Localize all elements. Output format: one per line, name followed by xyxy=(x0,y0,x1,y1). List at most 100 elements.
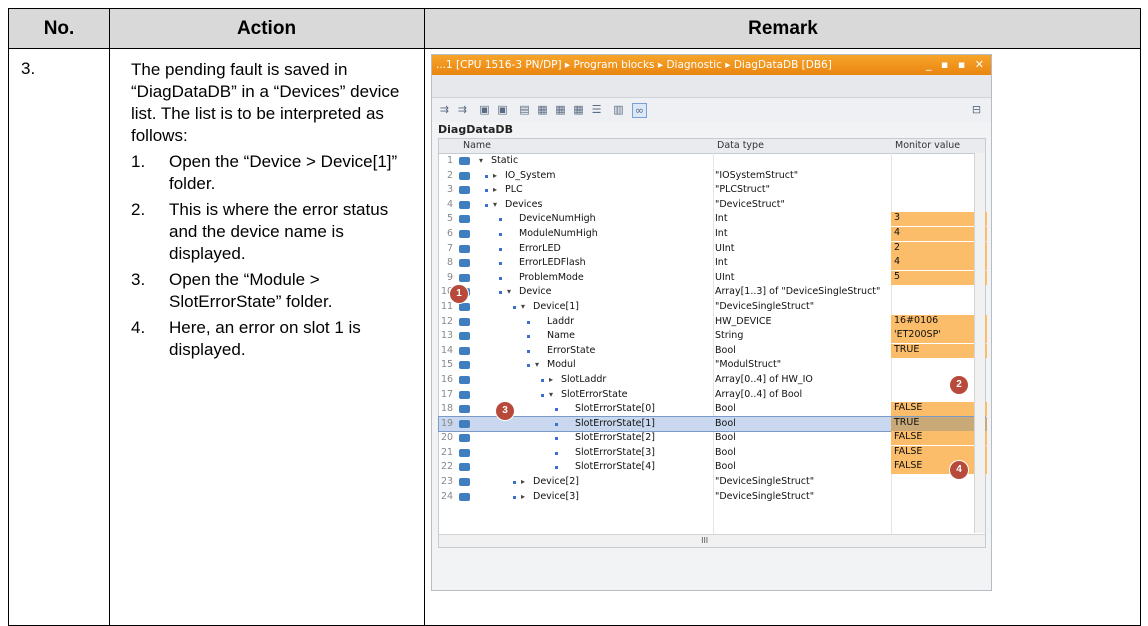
row-monitor-value xyxy=(891,358,987,372)
table-row[interactable]: 12 Laddr HW_DEVICE 16#0106 xyxy=(439,314,987,330)
table-row[interactable]: 21 SlotErrorState[3] Bool FALSE xyxy=(439,445,987,461)
member-dot-icon xyxy=(555,451,558,455)
table-row[interactable]: 7 ErrorLED UInt 2 xyxy=(439,241,987,257)
db-tag-icon xyxy=(459,273,470,282)
table-row[interactable]: 23 ▸ Device[2] "DeviceSingleStruct" xyxy=(439,475,985,490)
horizontal-scrollbar[interactable]: III xyxy=(439,534,985,547)
reset-values-icon[interactable]: ▦ xyxy=(572,103,585,116)
db-tag-icon xyxy=(459,405,470,414)
hscroll-thumb[interactable]: III xyxy=(701,536,708,545)
db-tag-icon xyxy=(459,200,470,209)
step-text: Here, an error on slot 1 is displayed. xyxy=(169,318,361,359)
start-values-icon[interactable]: ▦ xyxy=(554,103,567,116)
expand-toggle-icon[interactable]: ▸ xyxy=(549,375,553,384)
insert-row-icon[interactable]: ⇉ xyxy=(438,103,451,116)
table-row[interactable]: 13 Name String 'ET200SP' xyxy=(439,329,987,344)
vertical-scrollbar[interactable] xyxy=(974,153,985,533)
table-row[interactable]: 14 ErrorState Bool TRUE xyxy=(439,343,987,359)
expand-toggle-icon[interactable]: ▸ xyxy=(521,492,525,501)
row-data-type: Array[0..4] of HW_IO xyxy=(715,373,813,385)
table-row[interactable]: 5 DeviceNumHigh Int 3 xyxy=(439,212,987,227)
row-data-type: "DeviceStruct" xyxy=(715,198,785,210)
col-data-type[interactable]: Data type xyxy=(717,140,764,151)
expand-icon[interactable]: ▤ xyxy=(518,103,531,116)
row-name: Name xyxy=(547,330,576,342)
table-row[interactable]: 11 ▾ Device[1] "DeviceSingleStruct" xyxy=(439,300,985,315)
expand-toggle-icon[interactable]: ▾ xyxy=(507,287,511,296)
member-dot-icon xyxy=(555,437,558,441)
table-row[interactable]: 2 ▸ IO_System "IOSystemStruct" xyxy=(439,169,985,184)
load-values-icon[interactable]: ▦ xyxy=(536,103,549,116)
copy-snapshot-icon[interactable]: ▣ xyxy=(496,103,509,116)
window-controls[interactable]: _ ▪ ▪ ✕ xyxy=(926,55,987,75)
column-divider xyxy=(109,9,110,625)
table-row[interactable]: 10 ▾ Device Array[1..3] of "DeviceSingleStr… xyxy=(439,285,985,300)
expand-toggle-icon[interactable]: ▾ xyxy=(549,390,553,399)
table-row[interactable]: 15 ▾ Modul "ModulStruct" xyxy=(439,358,985,373)
monitor-glasses-icon[interactable]: ∞ xyxy=(632,103,647,118)
action-step: 3. Open the “Module > SlotErrorState” fol… xyxy=(131,269,421,313)
table-row[interactable]: 17 ▾ SlotErrorState Array[0..4] of Bool xyxy=(439,388,985,403)
row-number: 18 xyxy=(441,403,454,415)
add-row-icon[interactable]: ⇉ xyxy=(456,103,469,116)
expand-toggle-icon[interactable]: ▾ xyxy=(493,200,497,209)
column-divider xyxy=(424,9,425,625)
expand-toggle-icon[interactable]: ▾ xyxy=(521,302,525,311)
expand-toggle-icon[interactable]: ▸ xyxy=(493,185,497,194)
table-row[interactable]: 24 ▸ Device[3] "DeviceSingleStruct" xyxy=(439,490,985,505)
view-toggle-icon[interactable]: ⊟ xyxy=(970,103,983,116)
row-name: ProblemMode xyxy=(519,271,584,283)
db-tag-icon xyxy=(459,302,470,311)
row-data-type: "DeviceSingleStruct" xyxy=(715,490,815,502)
step-index: 1. xyxy=(131,152,146,171)
member-dot-icon xyxy=(499,218,502,222)
snapshot-icon[interactable]: ▣ xyxy=(478,103,491,116)
table-row[interactable]: 20 SlotErrorState[2] Bool FALSE xyxy=(439,431,987,446)
row-name: Device[2] xyxy=(533,476,579,488)
row-name: Device[1] xyxy=(533,300,579,312)
table-row[interactable]: 3 ▸ PLC "PLCStruct" xyxy=(439,183,985,198)
expand-toggle-icon[interactable]: ▸ xyxy=(521,477,525,486)
member-dot-icon xyxy=(499,291,502,295)
row-monitor-value: 3 xyxy=(891,212,987,227)
row-monitor-value: 2 xyxy=(891,241,987,256)
table-row[interactable]: 18 SlotErrorState[0] Bool FALSE xyxy=(439,402,987,417)
keep-values-icon[interactable]: ▥ xyxy=(612,103,625,116)
member-dot-icon xyxy=(499,247,502,251)
member-dot-icon xyxy=(527,349,530,353)
table-row[interactable]: 1 ▾ Static xyxy=(439,154,985,169)
table-row[interactable]: 8 ErrorLEDFlash Int 4 xyxy=(439,256,987,271)
row-monitor-value: FALSE xyxy=(891,431,987,446)
list-icon[interactable]: ☰ xyxy=(590,103,603,116)
db-tag-icon xyxy=(459,463,470,472)
table-row[interactable]: 19 SlotErrorState[1] Bool TRUE xyxy=(438,415,987,433)
row-data-type: String xyxy=(715,330,744,342)
table-row[interactable]: 16 ▸ SlotLaddr Array[0..4] of HW_IO xyxy=(439,373,985,388)
step-index: 3. xyxy=(131,270,146,289)
grid-header: Name Data type Monitor value xyxy=(439,139,985,154)
row-name: SlotErrorState[0] xyxy=(575,403,655,415)
row-monitor-value xyxy=(891,373,987,387)
col-monitor-value[interactable]: Monitor value xyxy=(895,140,960,151)
row-monitor-value: TRUE xyxy=(891,416,987,431)
row-data-type: "IOSystemStruct" xyxy=(715,169,799,181)
expand-toggle-icon[interactable]: ▸ xyxy=(493,171,497,180)
member-dot-icon xyxy=(499,276,502,280)
row-data-type: "DeviceSingleStruct" xyxy=(715,300,815,312)
expand-toggle-icon[interactable]: ▾ xyxy=(535,360,539,369)
table-row[interactable]: 9 ProblemMode UInt 5 xyxy=(439,270,987,286)
row-data-type: "DeviceSingleStruct" xyxy=(715,476,815,488)
table-row[interactable]: 6 ModuleNumHigh Int 4 xyxy=(439,226,987,242)
col-name[interactable]: Name xyxy=(463,140,491,151)
member-dot-icon xyxy=(555,422,558,426)
action-step: 4. Here, an error on slot 1 is displayed. xyxy=(131,317,421,361)
db-tag-icon xyxy=(459,186,470,195)
member-dot-icon xyxy=(527,364,530,368)
table-row[interactable]: 22 SlotErrorState[4] Bool FALSE xyxy=(439,460,987,475)
expand-toggle-icon[interactable]: ▾ xyxy=(479,156,483,165)
row-data-type: Bool xyxy=(715,461,736,473)
member-dot-icon xyxy=(527,335,530,339)
row-monitor-value: 4 xyxy=(891,226,987,241)
window-titlebar: ...1 [CPU 1516-3 PN/DP] ▸ Program blocks… xyxy=(432,55,991,75)
table-row[interactable]: 4 ▾ Devices "DeviceStruct" xyxy=(439,198,985,213)
